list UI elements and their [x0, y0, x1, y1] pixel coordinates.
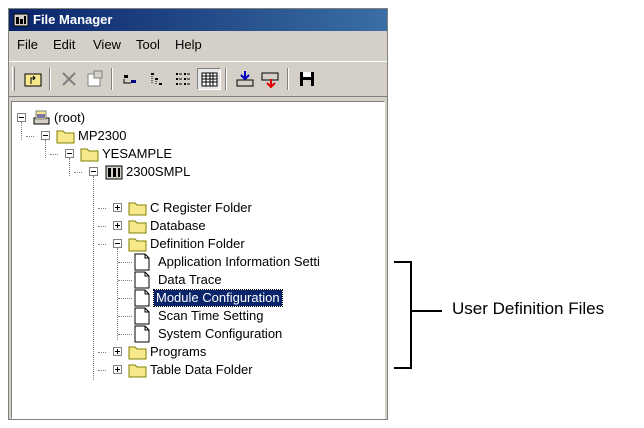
- document-icon: [132, 325, 152, 343]
- collapse-toggle[interactable]: [113, 239, 122, 248]
- export-button[interactable]: [259, 68, 283, 90]
- toolbar-separator: [287, 68, 289, 90]
- tree-node-label: YESAMPLE: [102, 146, 173, 161]
- tree-node-c-register-folder[interactable]: C Register Folder: [12, 199, 272, 217]
- delete-button[interactable]: [57, 68, 81, 90]
- small-icons-button[interactable]: [145, 68, 169, 90]
- tree-line: [118, 334, 132, 335]
- expand-toggle[interactable]: [113, 365, 122, 374]
- large-icons-view-icon: [123, 75, 136, 84]
- expand-toggle[interactable]: [113, 221, 122, 230]
- folder-icon: [80, 145, 100, 163]
- tree-node-database[interactable]: Database: [12, 217, 272, 235]
- window-title: File Manager: [33, 12, 113, 27]
- properties-button[interactable]: [83, 68, 107, 90]
- save-button[interactable]: [295, 68, 319, 90]
- toolbar-separator: [225, 68, 227, 90]
- tree-file-application-information[interactable]: Application Information Setti: [132, 253, 384, 271]
- document-icon: [132, 307, 152, 325]
- menu-help[interactable]: Help: [175, 37, 202, 52]
- menu-view[interactable]: View: [93, 37, 121, 52]
- expand-toggle[interactable]: [113, 203, 122, 212]
- document-icon: [132, 253, 152, 271]
- tree-node-table-data-folder[interactable]: Table Data Folder: [12, 361, 272, 379]
- tree-node-label: System Configuration: [158, 326, 283, 341]
- menu-bar: File Edit View Tool Help: [9, 33, 387, 55]
- tree-node-programs[interactable]: Programs: [12, 343, 272, 361]
- title-bar[interactable]: File Manager: [9, 9, 387, 31]
- folder-icon: [128, 343, 148, 361]
- folder-icon: [128, 217, 148, 235]
- drive-icon: [32, 109, 52, 127]
- tree-node-label: Definition Folder: [150, 236, 245, 251]
- toolbar-separator: [111, 68, 113, 90]
- tree-node-label: MP2300: [78, 128, 127, 143]
- folder-icon: [128, 361, 148, 379]
- save-icon: [300, 72, 314, 86]
- toolbar: [9, 61, 387, 97]
- tree-node-label: Scan Time Setting: [158, 308, 264, 323]
- folder-icon: [56, 127, 76, 145]
- tree-line: [118, 262, 132, 263]
- tree-file-data-trace[interactable]: Data Trace: [132, 271, 352, 289]
- callout-bracket: [394, 261, 412, 369]
- tree-node-label: Database: [150, 218, 206, 233]
- tree-line: [118, 280, 132, 281]
- document-icon: [132, 271, 152, 289]
- details-view-icon: [201, 72, 218, 87]
- tree-line: [118, 298, 132, 299]
- file-manager-window: File Manager File Edit View Tool Help (r…: [8, 8, 388, 420]
- details-view-button[interactable]: [197, 68, 221, 90]
- toolbar-separator: [49, 68, 51, 90]
- tree-node-yesample[interactable]: YESAMPLE: [12, 145, 212, 163]
- tree-node-label: Table Data Folder: [150, 362, 253, 377]
- menu-edit[interactable]: Edit: [53, 37, 75, 52]
- tree-node-mp2300[interactable]: MP2300: [12, 127, 212, 145]
- expand-toggle[interactable]: [113, 347, 122, 356]
- folder-tree[interactable]: (root) MP2300 YESAMPLE 2300SMPL C Regist…: [11, 101, 385, 419]
- tree-node-label: C Register Folder: [150, 200, 252, 215]
- small-icons-view-icon: [151, 73, 162, 85]
- tree-file-module-configuration[interactable]: Module Configuration: [132, 289, 352, 307]
- controller-icon: [104, 163, 124, 181]
- open-folder-icon: [128, 235, 148, 253]
- up-folder-icon: [24, 73, 42, 87]
- toolbar-grip[interactable]: [12, 67, 15, 91]
- tree-node-label: Data Trace: [158, 272, 222, 287]
- menu-tool[interactable]: Tool: [136, 37, 160, 52]
- callout-label: User Definition Files: [452, 299, 605, 318]
- large-icons-button[interactable]: [119, 68, 143, 90]
- tree-line: [118, 316, 132, 317]
- properties-icon: [87, 70, 103, 87]
- tree-file-system-configuration[interactable]: System Configuration: [132, 325, 352, 343]
- tree-node-root[interactable]: (root): [12, 109, 212, 127]
- tree-node-label: Application Information Setti: [158, 254, 320, 269]
- list-view-icon: [176, 73, 190, 85]
- list-view-button[interactable]: [171, 68, 195, 90]
- collapse-toggle[interactable]: [17, 113, 26, 122]
- tree-node-2300smpl[interactable]: 2300SMPL: [12, 163, 212, 181]
- up-folder-button[interactable]: [21, 68, 45, 90]
- callout-line: [412, 310, 442, 312]
- collapse-toggle[interactable]: [89, 167, 98, 176]
- delete-icon: [62, 72, 76, 86]
- tree-file-scan-time-setting[interactable]: Scan Time Setting: [132, 307, 352, 325]
- import-icon: [236, 71, 254, 87]
- tree-node-label-selected: Module Configuration: [153, 289, 283, 307]
- import-button[interactable]: [233, 68, 257, 90]
- tree-node-label: (root): [54, 110, 86, 125]
- tree-node-label: 2300SMPL: [126, 164, 191, 179]
- tree-node-label: Programs: [150, 344, 207, 359]
- document-icon: [132, 289, 152, 307]
- export-icon: [261, 72, 279, 89]
- menu-file[interactable]: File: [17, 37, 38, 52]
- collapse-toggle[interactable]: [65, 149, 74, 158]
- app-icon: [13, 12, 29, 28]
- folder-icon: [128, 199, 148, 217]
- collapse-toggle[interactable]: [41, 131, 50, 140]
- tree-node-definition-folder[interactable]: Definition Folder: [12, 235, 272, 253]
